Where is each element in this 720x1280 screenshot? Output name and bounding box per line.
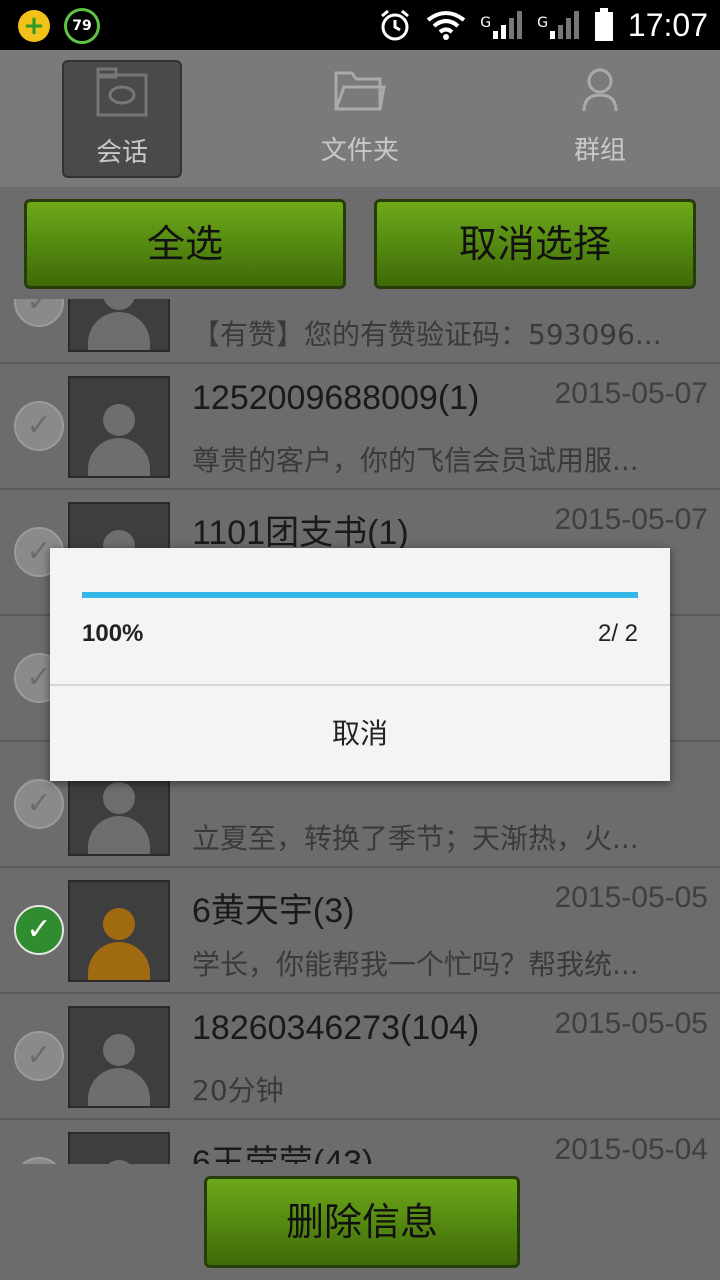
contact-name: 18260346273(104) <box>192 1009 480 1047</box>
progress-dialog: 100% 2/ 2 取消 <box>50 548 670 781</box>
checkbox[interactable]: ✓ <box>14 401 64 451</box>
battery-icon <box>594 8 614 42</box>
selection-actions: 全选 取消选择 <box>0 187 720 299</box>
message-date: 2015-05-07 <box>554 377 708 410</box>
message-date: 2015-05-05 <box>554 1007 708 1040</box>
tab-groups[interactable]: 群组 <box>542 60 658 174</box>
list-item[interactable]: ✓ 【有赞】您的有赞验证码：593096... <box>0 299 720 364</box>
battery-ring-badge: 79 <box>64 8 100 44</box>
delete-messages-button[interactable]: 删除信息 <box>204 1176 520 1268</box>
contact-name: 6王莹莹(43) <box>192 1144 374 1164</box>
checkbox[interactable]: ✓ <box>14 1157 64 1164</box>
tab-bar: 会话 文件夹 群组 <box>0 50 720 187</box>
checkbox[interactable]: ✓ <box>14 299 64 327</box>
wifi-icon <box>426 10 466 40</box>
message-preview: 尊贵的客户，你的飞信会员试用服... <box>192 444 639 477</box>
list-item[interactable]: ✓ 18260346273(104) 2015-05-05 20分钟 <box>0 993 720 1120</box>
message-preview: 【有赞】您的有赞验证码：593096... <box>192 318 662 351</box>
progress-bar <box>82 592 638 598</box>
avatar <box>68 299 170 352</box>
avatar <box>68 1006 170 1108</box>
status-bar: + 79 G G 17:07 <box>0 0 720 50</box>
contact-name: 6黄天宇(3) <box>192 892 355 930</box>
chat-icon <box>64 62 180 122</box>
avatar <box>68 1132 170 1164</box>
progress-count: 2/ 2 <box>597 620 638 647</box>
message-date: 2015-05-04 <box>554 1133 708 1164</box>
tab-conversations[interactable]: 会话 <box>62 60 182 178</box>
checkbox[interactable]: ✓ <box>14 1031 64 1081</box>
message-date: 2015-05-05 <box>554 881 708 914</box>
avatar <box>68 376 170 478</box>
list-item[interactable]: ✓ 6王莹莹(43) 2015-05-04 <box>0 1119 720 1164</box>
tab-folders[interactable]: 文件夹 <box>302 60 418 174</box>
select-all-button[interactable]: 全选 <box>24 199 346 289</box>
avatar <box>68 880 170 982</box>
alarm-icon <box>378 8 412 42</box>
message-preview: 学长，你能帮我一个忙吗？帮我统... <box>192 948 639 981</box>
tab-label: 文件夹 <box>320 136 399 166</box>
signal-icon: G <box>480 9 523 41</box>
network-type-label: G <box>480 15 492 31</box>
progress-fill <box>82 592 638 598</box>
folder-icon <box>302 60 418 120</box>
person-icon <box>542 60 658 120</box>
clock: 17:07 <box>627 6 708 43</box>
list-item[interactable]: ✓ 1252009688009(1) 2015-05-07 尊贵的客户，你的飞信… <box>0 363 720 490</box>
plus-icon: + <box>18 10 50 42</box>
checkbox-checked[interactable]: ✓ <box>14 905 64 955</box>
message-preview: 立夏至，转换了季节；天渐热，火... <box>192 822 639 855</box>
message-date: 2015-05-07 <box>554 503 708 536</box>
bottom-bar: 删除信息 <box>0 1164 720 1280</box>
contact-name: 1101团支书(1) <box>192 514 409 552</box>
list-item[interactable]: ✓ 6黄天宇(3) 2015-05-05 学长，你能帮我一个忙吗？帮我统... <box>0 867 720 994</box>
progress-percent: 100% <box>82 620 144 647</box>
cancel-button[interactable]: 取消 <box>50 686 670 781</box>
tab-label: 群组 <box>573 136 626 166</box>
checkbox[interactable]: ✓ <box>14 779 64 829</box>
contact-name: 1252009688009(1) <box>192 379 480 417</box>
deselect-button[interactable]: 取消选择 <box>374 199 696 289</box>
message-preview: 20分钟 <box>192 1074 284 1107</box>
signal-icon: G <box>537 9 580 41</box>
tab-label: 会话 <box>95 138 148 168</box>
network-type-label: G <box>537 15 548 31</box>
